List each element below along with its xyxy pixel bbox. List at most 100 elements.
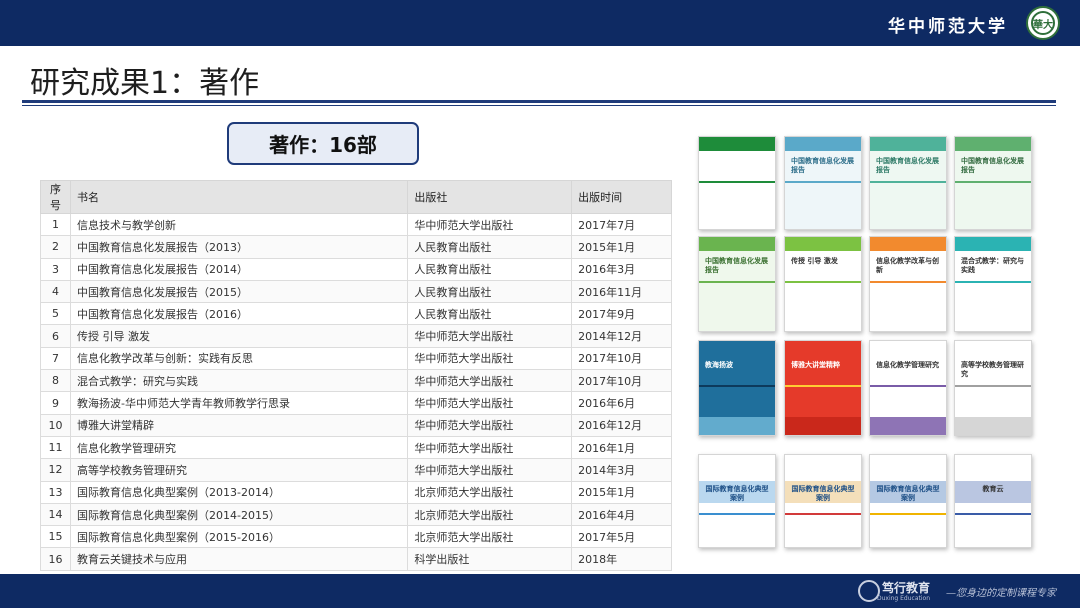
cover-title: 信息化教学管理研究 <box>876 361 939 369</box>
book-cover: 教育云 <box>954 454 1032 548</box>
table-row: 16 教育云关键技术与应用 科学出版社 2018年 <box>40 547 672 571</box>
cover-stripe <box>785 181 861 183</box>
table-row: 12 高等学校教务管理研究 华中师范大学出版社 2014年3月 <box>40 458 672 482</box>
cover-title: 博雅大讲堂精粹 <box>791 361 840 369</box>
cover-title: 信息化教学改革与创新 <box>876 257 939 274</box>
slide: 华中师范大学 華大 研究成果1：著作 著作：16部 序号 书名 出版社 出版时间… <box>0 0 1080 608</box>
book-cover: 高等学校教务管理研究 <box>954 340 1032 436</box>
cell-number: 16 <box>40 547 71 571</box>
cell-title: 教海扬波-华中师范大学青年教师教学行思录 <box>69 391 409 415</box>
cell-title: 中国教育信息化发展报告（2015） <box>69 279 409 304</box>
book-cover: 中国教育信息化发展报告 <box>869 136 947 230</box>
cell-title: 教育云关键技术与应用 <box>69 547 409 571</box>
partner-name-english: Duxing Education <box>876 595 930 602</box>
cover-band <box>955 137 1031 151</box>
cell-title: 中国教育信息化发展报告（2014） <box>69 257 409 281</box>
cover-stripe <box>870 513 946 515</box>
table-row: 3 中国教育信息化发展报告（2014） 人民教育出版社 2016年3月 <box>40 257 672 281</box>
cell-date: 2016年3月 <box>571 257 672 281</box>
table-header-row: 序号 书名 出版社 出版时间 <box>40 180 672 214</box>
cell-title: 国际教育信息化典型案例（2014-2015） <box>69 502 409 527</box>
table-body: 1 信息技术与教学创新 华中师范大学出版社 2017年7月 2 中国教育信息化发展报告（2… <box>40 212 672 571</box>
cell-number: 12 <box>40 458 71 482</box>
cell-publisher: 北京师范大学出版社 <box>407 525 573 549</box>
cell-date: 2014年3月 <box>571 458 672 482</box>
cell-date: 2015年1月 <box>571 480 672 504</box>
cover-band <box>870 137 946 151</box>
cover-stripe <box>785 513 861 515</box>
count-badge: 著作：16部 <box>227 122 419 165</box>
cover-band <box>699 417 775 435</box>
book-cover: 国际教育信息化典型案例 <box>698 454 776 548</box>
cover-stripe <box>870 281 946 283</box>
cell-publisher: 华中师范大学出版社 <box>407 324 573 348</box>
cell-date: 2017年9月 <box>571 302 672 326</box>
cell-publisher: 华中师范大学出版社 <box>407 458 573 482</box>
cover-stripe <box>699 513 775 515</box>
cell-publisher: 华中师范大学出版社 <box>407 212 573 237</box>
cell-number: 9 <box>40 391 71 415</box>
book-covers-grid: 信息技术与教学创新 中国教育信息化发展报告 中国教育信息化发展报告 中国教育信息化发展… <box>698 136 1034 552</box>
cell-publisher: 华中师范大学出版社 <box>407 391 573 415</box>
cell-date: 2017年10月 <box>571 346 672 371</box>
cover-stripe <box>870 385 946 387</box>
cell-number: 13 <box>40 480 71 504</box>
cell-title: 高等学校教务管理研究 <box>69 458 409 482</box>
bottom-banner: 笃行教育 Duxing Education —您身边的定制课程专家 <box>0 574 1080 608</box>
book-cover: 中国教育信息化发展报告 <box>698 236 776 332</box>
table-row: 4 中国教育信息化发展报告（2015） 人民教育出版社 2016年11月 <box>40 279 672 304</box>
cell-date: 2016年11月 <box>571 279 672 304</box>
cell-number: 6 <box>40 324 71 348</box>
cell-date: 2016年6月 <box>571 391 672 415</box>
partner-slogan: —您身边的定制课程专家 <box>946 588 1056 599</box>
cell-title: 混合式教学：研究与实践 <box>69 369 409 393</box>
cover-title: 混合式教学：研究与实践 <box>961 257 1024 274</box>
cell-publisher: 华中师范大学出版社 <box>407 346 573 371</box>
cell-number: 5 <box>40 302 71 326</box>
cover-title: 中国教育信息化发展报告 <box>705 257 768 274</box>
university-logo: 華大 <box>1026 6 1060 40</box>
cell-title: 信息技术与教学创新 <box>69 212 409 237</box>
cover-title: 国际教育信息化典型案例 <box>705 485 769 502</box>
table-row: 2 中国教育信息化发展报告（2013） 人民教育出版社 2015年1月 <box>40 235 672 259</box>
cover-band <box>785 237 861 251</box>
cover-band <box>699 237 775 251</box>
cell-publisher: 人民教育出版社 <box>407 279 573 304</box>
cell-publisher: 人民教育出版社 <box>407 302 573 326</box>
cover-stripe <box>785 385 861 387</box>
cover-stripe <box>699 281 775 283</box>
cover-title: 中国教育信息化发展报告 <box>961 157 1024 174</box>
cover-title: 中国教育信息化发展报告 <box>876 157 939 174</box>
cover-title: 教海扬波 <box>705 361 733 369</box>
cover-title: 国际教育信息化典型案例 <box>791 485 855 502</box>
cover-title: 高等学校教务管理研究 <box>961 361 1024 378</box>
cover-stripe <box>955 385 1031 387</box>
cell-title: 博雅大讲堂精辟 <box>69 413 409 437</box>
top-banner: 华中师范大学 華大 <box>0 0 1080 46</box>
cover-stripe <box>699 385 775 387</box>
table-row: 14 国际教育信息化典型案例（2014-2015） 北京师范大学出版社 2016年4月 <box>40 502 672 527</box>
cell-title: 国际教育信息化典型案例（2013-2014） <box>69 480 409 504</box>
table-row: 9 教海扬波-华中师范大学青年教师教学行思录 华中师范大学出版社 2016年6月 <box>40 391 672 415</box>
cover-stripe <box>955 513 1031 515</box>
table-row: 7 信息化教学改革与创新：实践有反思 华中师范大学出版社 2017年10月 <box>40 346 672 371</box>
column-header-number: 序号 <box>40 180 71 214</box>
book-cover: 国际教育信息化典型案例 <box>784 454 862 548</box>
partner-name: 笃行教育 <box>881 581 930 595</box>
cell-date: 2017年5月 <box>571 525 672 549</box>
table-row: 11 信息化教学管理研究 华中师范大学出版社 2016年1月 <box>40 435 672 460</box>
cover-title: 传授 引导 激发 <box>791 257 838 265</box>
cell-publisher: 华中师范大学出版社 <box>407 435 573 460</box>
cover-stripe <box>699 181 775 183</box>
cell-number: 4 <box>40 279 71 304</box>
cover-band <box>955 237 1031 251</box>
cell-publisher: 华中师范大学出版社 <box>407 369 573 393</box>
cover-title: 信息技术与教学创新 <box>705 157 768 165</box>
cell-publisher: 华中师范大学出版社 <box>407 413 573 437</box>
cell-date: 2014年12月 <box>571 324 672 348</box>
cover-stripe <box>870 181 946 183</box>
cell-title: 信息化教学改革与创新：实践有反思 <box>69 346 409 371</box>
cell-date: 2018年 <box>571 547 672 571</box>
page-title: 研究成果1：著作 <box>30 66 260 101</box>
cell-number: 10 <box>40 413 71 437</box>
